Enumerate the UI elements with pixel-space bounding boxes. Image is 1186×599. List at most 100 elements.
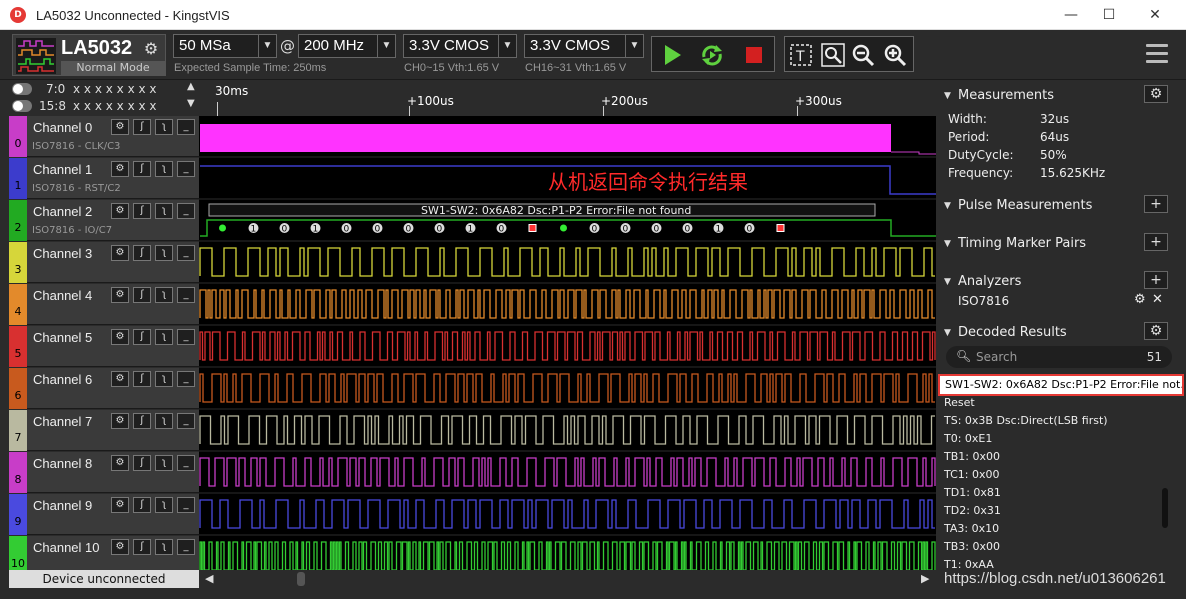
- threshold1-select[interactable]: 3.3V CMOS ▼: [403, 34, 517, 58]
- channel-name[interactable]: Channel 7: [33, 414, 92, 429]
- channel-gear-icon[interactable]: ⚙: [111, 413, 129, 429]
- low-level-trigger-icon[interactable]: _: [177, 329, 195, 345]
- falling-edge-trigger-icon[interactable]: ʅ: [155, 245, 173, 261]
- channel-row[interactable]: 7 Channel 7 ⚙ ʃ ʅ _: [9, 410, 199, 451]
- collapse-icon[interactable]: ▼: [944, 328, 951, 338]
- falling-edge-trigger-icon[interactable]: ʅ: [155, 119, 173, 135]
- zoom-out-icon[interactable]: [849, 41, 877, 69]
- scroll-up-icon[interactable]: ▲: [187, 81, 195, 92]
- channel-row[interactable]: 2 Channel 2 ISO7816 - IO/C7 ⚙ ʃ ʅ _: [9, 200, 199, 241]
- rising-edge-trigger-icon[interactable]: ʃ: [133, 161, 151, 177]
- stop-icon[interactable]: [740, 41, 768, 69]
- scroll-left-icon[interactable]: ◀: [205, 572, 213, 585]
- add-icon[interactable]: +: [1144, 271, 1168, 289]
- rising-edge-trigger-icon[interactable]: ʃ: [133, 119, 151, 135]
- decoded-item[interactable]: TD1: 0x81: [944, 486, 1001, 499]
- low-level-trigger-icon[interactable]: _: [177, 245, 195, 261]
- rising-edge-trigger-icon[interactable]: ʃ: [133, 245, 151, 261]
- channel-name[interactable]: Channel 2: [33, 204, 92, 219]
- analyzer-close-icon[interactable]: ✕: [1152, 292, 1163, 307]
- channel-gear-icon[interactable]: ⚙: [111, 329, 129, 345]
- falling-edge-trigger-icon[interactable]: ʅ: [155, 371, 173, 387]
- channel-gear-icon[interactable]: ⚙: [111, 119, 129, 135]
- rising-edge-trigger-icon[interactable]: ʃ: [133, 413, 151, 429]
- decoded-item[interactable]: Reset: [944, 396, 975, 409]
- horizontal-scrollbar[interactable]: ◀ ▶: [199, 570, 936, 588]
- zoom-fit-icon[interactable]: [819, 41, 847, 69]
- channel-gear-icon[interactable]: ⚙: [111, 371, 129, 387]
- analyzer-item[interactable]: ISO7816: [958, 294, 1009, 308]
- gear-icon[interactable]: ⚙: [1144, 85, 1168, 103]
- rising-edge-trigger-icon[interactable]: ʃ: [133, 203, 151, 219]
- channel-gear-icon[interactable]: ⚙: [111, 497, 129, 513]
- loop-icon[interactable]: [698, 41, 726, 69]
- channel-row[interactable]: 1 Channel 1 ISO7816 - RST/C2 ⚙ ʃ ʅ _: [9, 158, 199, 199]
- falling-edge-trigger-icon[interactable]: ʅ: [155, 287, 173, 303]
- gear-icon[interactable]: ⚙: [1144, 322, 1168, 340]
- falling-edge-trigger-icon[interactable]: ʅ: [155, 455, 173, 471]
- channel-name[interactable]: Channel 10: [33, 540, 100, 555]
- low-level-trigger-icon[interactable]: _: [177, 371, 195, 387]
- decoded-item[interactable]: TB3: 0x00: [944, 540, 1000, 553]
- rising-edge-trigger-icon[interactable]: ʃ: [133, 455, 151, 471]
- low-level-trigger-icon[interactable]: _: [177, 455, 195, 471]
- bus-toggle[interactable]: [12, 83, 32, 95]
- channel-gear-icon[interactable]: ⚙: [111, 455, 129, 471]
- falling-edge-trigger-icon[interactable]: ʅ: [155, 203, 173, 219]
- channel-gear-icon[interactable]: ⚙: [111, 287, 129, 303]
- rising-edge-trigger-icon[interactable]: ʃ: [133, 371, 151, 387]
- add-icon[interactable]: +: [1144, 195, 1168, 213]
- channel-row[interactable]: 6 Channel 6 ⚙ ʃ ʅ _: [9, 368, 199, 409]
- play-icon[interactable]: [658, 41, 686, 69]
- low-level-trigger-icon[interactable]: _: [177, 497, 195, 513]
- channel-row[interactable]: 3 Channel 3 ⚙ ʃ ʅ _: [9, 242, 199, 283]
- low-level-trigger-icon[interactable]: _: [177, 203, 195, 219]
- falling-edge-trigger-icon[interactable]: ʅ: [155, 413, 173, 429]
- time-ruler[interactable]: 30ms +100us +200us +300us: [199, 80, 936, 116]
- falling-edge-trigger-icon[interactable]: ʅ: [155, 539, 173, 555]
- rising-edge-trigger-icon[interactable]: ʃ: [133, 329, 151, 345]
- channel-name[interactable]: Channel 9: [33, 498, 92, 513]
- channel-name[interactable]: Channel 4: [33, 288, 92, 303]
- channel-row[interactable]: 5 Channel 5 ⚙ ʃ ʅ _: [9, 326, 199, 367]
- collapse-icon[interactable]: ▼: [944, 201, 951, 211]
- decoded-selected-row[interactable]: SW1-SW2: 0x6A82 Dsc:P1-P2 Error:File not…: [938, 374, 1184, 396]
- channel-gear-icon[interactable]: ⚙: [111, 245, 129, 261]
- channel-row[interactable]: 8 Channel 8 ⚙ ʃ ʅ _: [9, 452, 199, 493]
- falling-edge-trigger-icon[interactable]: ʅ: [155, 329, 173, 345]
- text-cursor-icon[interactable]: T: [787, 41, 815, 69]
- sample-depth-select[interactable]: 50 MSa ▼: [173, 34, 277, 58]
- channel-name[interactable]: Channel 1: [33, 162, 92, 177]
- decoded-item[interactable]: TA3: 0x10: [944, 522, 999, 535]
- low-level-trigger-icon[interactable]: _: [177, 161, 195, 177]
- threshold2-select[interactable]: 3.3V CMOS ▼: [524, 34, 644, 58]
- decoded-item[interactable]: TC1: 0x00: [944, 468, 999, 481]
- analyzer-gear-icon[interactable]: ⚙: [1134, 292, 1146, 307]
- sample-rate-select[interactable]: 200 MHz ▼: [298, 34, 396, 58]
- collapse-icon[interactable]: ▼: [944, 239, 951, 249]
- channel-gear-icon[interactable]: ⚙: [111, 203, 129, 219]
- low-level-trigger-icon[interactable]: _: [177, 539, 195, 555]
- decoded-item[interactable]: TB1: 0x00: [944, 450, 1000, 463]
- device-settings-gear-icon[interactable]: ⚙: [141, 39, 161, 59]
- decoded-item[interactable]: T0: 0xE1: [944, 432, 992, 445]
- collapse-icon[interactable]: ▼: [944, 91, 951, 101]
- bus-toggle[interactable]: [12, 100, 32, 112]
- rising-edge-trigger-icon[interactable]: ʃ: [133, 497, 151, 513]
- channel-name[interactable]: Channel 5: [33, 330, 92, 345]
- add-icon[interactable]: +: [1144, 233, 1168, 251]
- channel-row[interactable]: 0 Channel 0 ISO7816 - CLK/C3 ⚙ ʃ ʅ _: [9, 116, 199, 157]
- low-level-trigger-icon[interactable]: _: [177, 119, 195, 135]
- collapse-icon[interactable]: ▼: [944, 277, 951, 287]
- scroll-down-icon[interactable]: ▼: [187, 98, 195, 109]
- zoom-in-icon[interactable]: [881, 41, 909, 69]
- menu-icon[interactable]: [1146, 44, 1168, 64]
- low-level-trigger-icon[interactable]: _: [177, 413, 195, 429]
- channel-name[interactable]: Channel 6: [33, 372, 92, 387]
- channel-row[interactable]: 9 Channel 9 ⚙ ʃ ʅ _: [9, 494, 199, 535]
- scroll-right-icon[interactable]: ▶: [921, 572, 929, 585]
- falling-edge-trigger-icon[interactable]: ʅ: [155, 161, 173, 177]
- rising-edge-trigger-icon[interactable]: ʃ: [133, 539, 151, 555]
- maximize-button[interactable]: ☐: [1086, 0, 1132, 30]
- rising-edge-trigger-icon[interactable]: ʃ: [133, 287, 151, 303]
